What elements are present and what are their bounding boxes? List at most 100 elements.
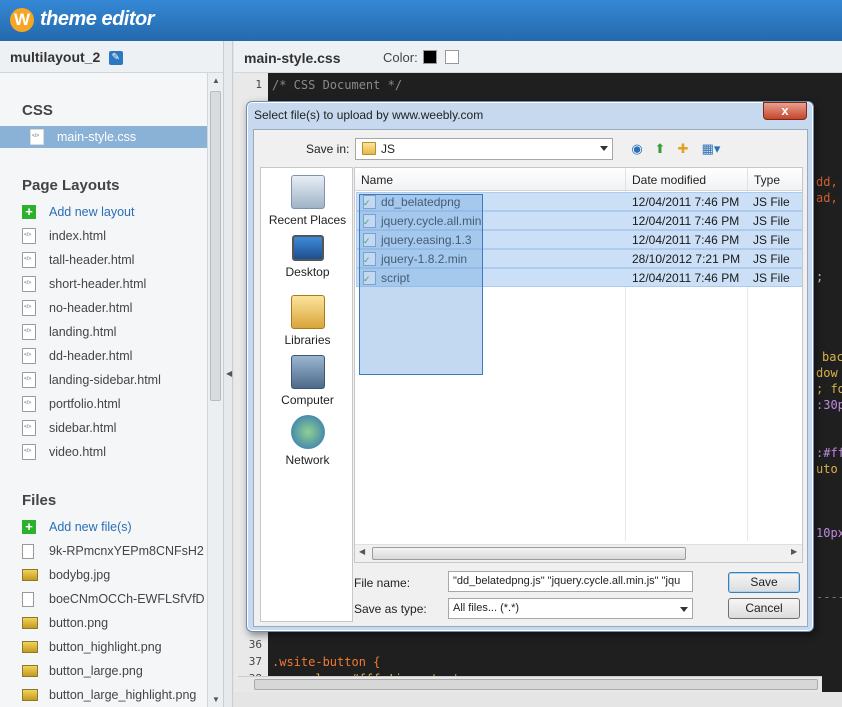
app-brand: theme editor <box>40 8 155 30</box>
layout-item[interactable]: video.html <box>22 441 106 463</box>
editor-filename: main-style.css <box>244 50 341 66</box>
collapse-arrow-icon[interactable]: ◀ <box>226 369 232 378</box>
code-fragment: :#ff <box>816 446 842 460</box>
file-item[interactable]: bodybg.jpg <box>22 564 208 586</box>
file-name-label: File name: <box>354 576 411 590</box>
code-fragment: ---- <box>816 590 842 604</box>
up-folder-icon[interactable]: ⬆ <box>651 140 669 158</box>
network-icon <box>290 415 325 449</box>
layout-item[interactable]: dd-header.html <box>22 345 132 367</box>
image-file-icon <box>22 617 38 629</box>
color-swatch-black[interactable] <box>423 50 437 64</box>
save-in-dropdown[interactable]: JS <box>355 138 613 160</box>
layout-label: dd-header.html <box>49 349 133 363</box>
file-label: button.png <box>49 616 109 630</box>
place-label: Desktop <box>285 265 330 279</box>
layout-item[interactable]: sidebar.html <box>22 417 116 439</box>
line-number: 36 <box>248 638 262 651</box>
code-fragment: ad, <box>816 191 838 205</box>
code-fragment: dd, <box>816 175 838 189</box>
code-file-icon <box>22 228 36 244</box>
view-menu-icon[interactable]: ▦▾ <box>698 140 724 158</box>
new-folder-icon[interactable]: ✚ <box>674 140 692 158</box>
place-desktop[interactable]: Desktop <box>261 235 354 279</box>
save-as-type-dropdown[interactable]: All files... (*.*) <box>448 598 693 619</box>
editor-hscrollbar[interactable] <box>238 676 822 692</box>
code-file-icon <box>22 276 36 292</box>
file-item[interactable]: 9k-RPmcnxYEPm8CNFsH2 <box>22 540 208 562</box>
sidebar-scroll-thumb[interactable] <box>210 91 221 401</box>
layout-label: no-header.html <box>49 301 133 315</box>
css-section-heading: CSS <box>22 102 53 119</box>
file-date: 28/10/2012 7:21 PM <box>632 252 741 266</box>
file-item[interactable]: button_highlight.png <box>22 636 208 658</box>
file-type: JS File <box>753 233 790 247</box>
column-header-type[interactable]: Type <box>748 168 802 191</box>
code-fragment: bac <box>822 350 842 364</box>
place-network[interactable]: Network <box>261 415 354 467</box>
layout-item[interactable]: index.html <box>22 225 106 247</box>
places-bar: Recent Places Desktop Libraries Computer… <box>260 167 353 622</box>
image-file-icon <box>22 641 38 653</box>
file-item[interactable]: button_large_highlight.png <box>22 684 208 706</box>
layout-item[interactable]: tall-header.html <box>22 249 134 271</box>
recent-places-icon <box>290 175 325 209</box>
layout-label: index.html <box>49 229 106 243</box>
layout-item[interactable]: landing.html <box>22 321 116 343</box>
sidebar-header: multilayout_2 ✎ <box>0 41 223 73</box>
file-label: button_large.png <box>49 664 143 678</box>
file-list-hscrollbar[interactable]: ◀ ▶ <box>355 544 802 562</box>
place-recent[interactable]: Recent Places <box>261 175 354 227</box>
file-item[interactable]: boeCNmOCCh-EWFLSfVfD <box>22 588 208 610</box>
scroll-left-icon[interactable]: ◀ <box>359 547 365 556</box>
file-type: JS File <box>753 195 790 209</box>
editor-hscroll-thumb[interactable] <box>254 679 818 690</box>
layout-label: tall-header.html <box>49 253 135 267</box>
sidebar-scrollbar[interactable]: ▲ ▼ <box>207 73 223 707</box>
line-number: 1 <box>255 78 262 91</box>
file-item[interactable]: button_large.png <box>22 660 208 682</box>
layout-item[interactable]: no-header.html <box>22 297 132 319</box>
cancel-button[interactable]: Cancel <box>728 598 800 619</box>
column-header-name[interactable]: Name <box>355 168 626 191</box>
file-label: bodybg.jpg <box>49 568 111 582</box>
code-line: /* CSS Document */ <box>272 78 403 92</box>
plus-icon: + <box>22 205 36 219</box>
layout-label: landing.html <box>49 325 117 339</box>
desktop-icon <box>291 235 324 261</box>
file-name-input[interactable]: "dd_belatedpng.js" "jquery.cycle.all.min… <box>448 571 693 592</box>
edit-pencil-icon[interactable]: ✎ <box>108 50 123 65</box>
color-swatch-white[interactable] <box>445 50 459 64</box>
scroll-down-icon[interactable]: ▼ <box>212 695 220 704</box>
dialog-close-button[interactable]: x <box>763 102 807 120</box>
code-file-icon <box>22 324 36 340</box>
layout-item[interactable]: portfolio.html <box>22 393 121 415</box>
file-label: button_highlight.png <box>49 640 162 654</box>
file-list-hscroll-thumb[interactable] <box>372 547 686 560</box>
add-layout-label: Add new layout <box>49 205 135 219</box>
files-section-heading: Files <box>22 492 57 509</box>
layout-item[interactable]: short-header.html <box>22 273 146 295</box>
file-type: JS File <box>753 252 790 266</box>
layout-label: landing-sidebar.html <box>49 373 161 387</box>
css-file-item[interactable]: main-style.css <box>0 126 208 148</box>
back-icon[interactable]: ◉ <box>628 140 646 158</box>
editor-header: main-style.css Color: <box>234 41 842 73</box>
code-file-icon <box>22 444 36 460</box>
add-layout-link[interactable]: + Add new layout <box>22 201 134 223</box>
add-file-link[interactable]: + Add new file(s) <box>22 516 132 538</box>
place-computer[interactable]: Computer <box>261 355 354 407</box>
place-libraries[interactable]: Libraries <box>261 295 354 347</box>
scroll-up-icon[interactable]: ▲ <box>212 76 220 85</box>
weebly-logo-icon[interactable]: W <box>10 8 34 32</box>
file-list[interactable]: Name Date modified Type dd_belatedpng 12… <box>354 167 803 563</box>
save-in-label: Save in: <box>306 142 350 156</box>
dialog-body: Save in: JS ◉ ⬆ ✚ ▦▾ Recent Places Deskt… <box>253 129 808 627</box>
scroll-right-icon[interactable]: ▶ <box>791 547 797 556</box>
layout-item[interactable]: landing-sidebar.html <box>22 369 161 391</box>
panel-divider[interactable]: ◀ <box>224 41 233 707</box>
save-button[interactable]: Save <box>728 572 800 593</box>
code-file-icon <box>22 372 36 388</box>
column-header-date[interactable]: Date modified <box>626 168 748 191</box>
file-item[interactable]: button.png <box>22 612 208 634</box>
